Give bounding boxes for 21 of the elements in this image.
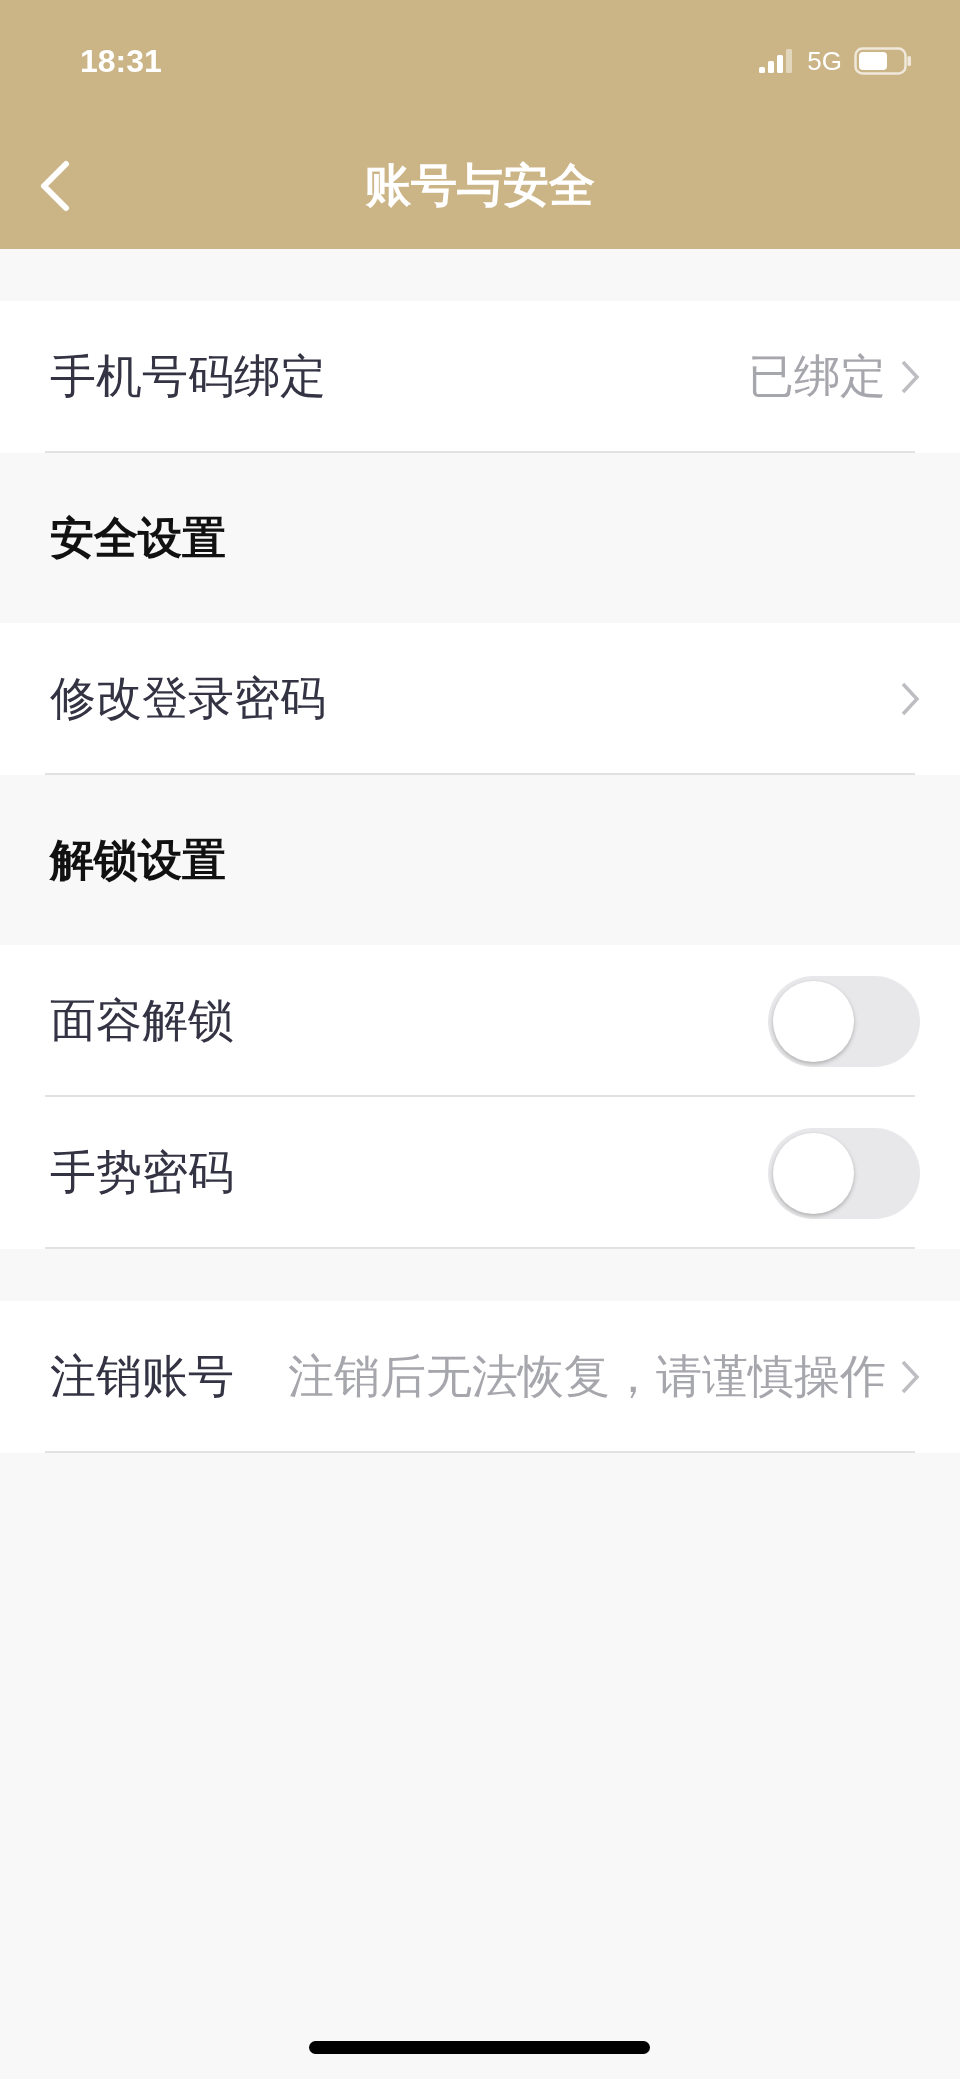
row-label: 手势密码: [50, 1144, 234, 1201]
row-label: 注销账号: [50, 1348, 234, 1405]
settings-row[interactable]: 手机号码绑定 已绑定: [0, 301, 960, 453]
battery-icon: [854, 47, 912, 75]
settings-row[interactable]: 修改登录密码: [0, 623, 960, 775]
row-label: 面容解锁: [50, 992, 234, 1049]
row-value: 注销后无法恢复，请谨慎操作: [288, 1348, 886, 1405]
chevron-icon: [900, 681, 920, 717]
row-label: 修改登录密码: [50, 670, 326, 727]
settings-row[interactable]: 手势密码: [0, 1097, 960, 1249]
row-label: 手机号码绑定: [50, 348, 326, 405]
page-title: 账号与安全: [365, 156, 595, 214]
chevron-icon: [900, 1359, 920, 1395]
row-value: 已绑定: [748, 348, 886, 405]
status-time: 18:31: [80, 42, 162, 80]
network-label: 5G: [807, 45, 842, 77]
chevron-icon: [900, 359, 920, 395]
section-header: 解锁设置: [50, 832, 226, 887]
settings-row[interactable]: 注销账号 注销后无法恢复，请谨慎操作: [0, 1301, 960, 1453]
section-header: 安全设置: [50, 510, 226, 565]
settings-row[interactable]: 面容解锁: [0, 945, 960, 1097]
